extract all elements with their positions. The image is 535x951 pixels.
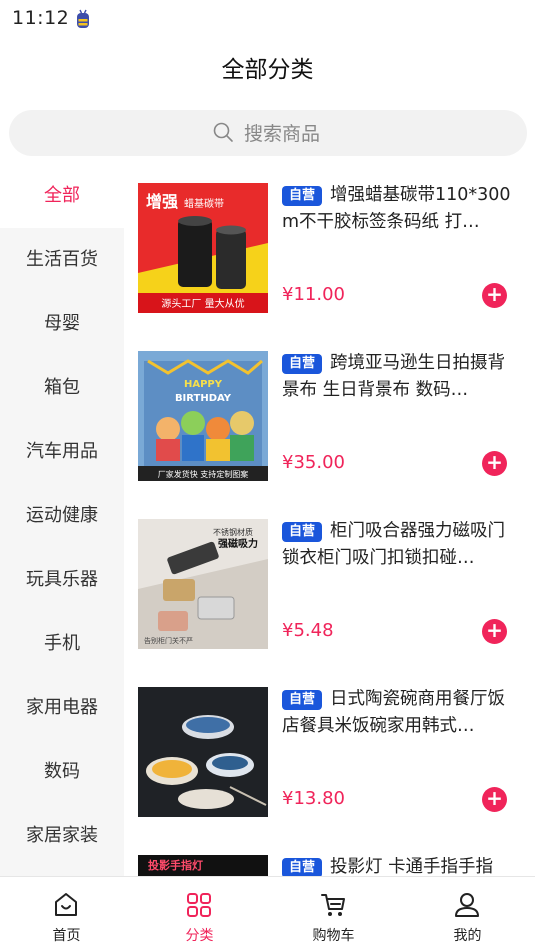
user-icon — [455, 893, 479, 917]
sidebar-item-mother-baby[interactable]: 母婴 — [0, 292, 124, 356]
product-card[interactable]: 不锈钢材质 强磁吸力 告别柜门关不严 自营 柜门吸合器强力磁吸门锁衣柜门吸门扣锁… — [124, 500, 535, 668]
tab-label: 分类 — [185, 928, 214, 944]
tab-cart[interactable]: 购物车 — [267, 877, 400, 951]
sidebar-item-bags[interactable]: 箱包 — [0, 356, 124, 420]
sidebar-item-toys-instruments[interactable]: 玩具乐器 — [0, 548, 124, 612]
image-footer: 告别柜门关不严 — [144, 636, 193, 645]
sidebar-item-sports-health[interactable]: 运动健康 — [0, 484, 124, 548]
status-time: 11:12 — [12, 7, 70, 29]
image-headline: HAPPY — [184, 379, 223, 390]
category-sidebar: 全部 生活百货 母婴 箱包 汽车用品 运动健康 玩具乐器 手机 家用电器 数码 … — [0, 164, 124, 876]
home-icon — [55, 893, 77, 916]
product-image[interactable]: 投影手指灯 — [138, 855, 268, 876]
tab-label: 购物车 — [312, 928, 355, 944]
add-to-cart-button[interactable]: + — [482, 787, 507, 812]
tab-home[interactable]: 首页 — [0, 877, 133, 951]
image-headline: 增强 — [146, 192, 178, 211]
product-price: ¥35.00 — [282, 452, 345, 473]
image-footer: 源头工厂 量大从优 — [161, 297, 244, 310]
cart-icon — [321, 894, 345, 916]
image-footer: 厂家发货快 支持定制图案 — [158, 469, 249, 479]
tab-mine[interactable]: 我的 — [401, 877, 534, 951]
add-to-cart-button[interactable]: + — [482, 619, 507, 644]
image-subtext: 蜡基碳带 — [184, 197, 224, 210]
product-card[interactable]: 自营 日式陶瓷碗商用餐厅饭店餐具米饭碗家用韩式… ¥13.80 + — [124, 668, 535, 836]
image-subtext: BIRTHDAY — [175, 393, 232, 404]
sidebar-item-daily-goods[interactable]: 生活百货 — [0, 228, 124, 292]
product-image[interactable]: HAPPY BIRTHDAY 厂家发货快 支持定制图案 — [138, 351, 268, 481]
product-card[interactable]: 增强 蜡基碳带 源头工厂 量大从优 自营 增强蜡基碳带110*300m不干胶标签… — [124, 164, 535, 332]
product-title[interactable]: 跨境亚马逊生日拍摄背景布 生日背景布 数码… — [282, 350, 520, 404]
product-image[interactable]: 不锈钢材质 强磁吸力 告别柜门关不严 — [138, 519, 268, 649]
product-title[interactable]: 柜门吸合器强力磁吸门锁衣柜门吸门扣锁扣碰… — [282, 518, 520, 572]
product-price: ¥11.00 — [282, 284, 345, 305]
add-to-cart-button[interactable]: + — [482, 451, 507, 476]
android-app-icon — [77, 9, 89, 28]
sidebar-item-digital[interactable]: 数码 — [0, 740, 124, 804]
tab-label: 我的 — [453, 928, 482, 944]
sidebar-item-phones[interactable]: 手机 — [0, 612, 124, 676]
sidebar-item-appliances[interactable]: 家用电器 — [0, 676, 124, 740]
product-image[interactable]: 增强 蜡基碳带 源头工厂 量大从优 — [138, 183, 268, 313]
sidebar-item-all[interactable]: 全部 — [0, 164, 124, 228]
product-title[interactable]: 投影灯 卡通手指手指 — [282, 854, 520, 876]
search-placeholder: 搜索商品 — [244, 123, 321, 145]
tab-label: 首页 — [52, 928, 81, 944]
tab-category[interactable]: 分类 — [133, 877, 266, 951]
sidebar-item-home-decor[interactable]: 家居家装 — [0, 804, 124, 868]
product-price: ¥5.48 — [282, 620, 334, 641]
image-headline: 不锈钢材质 — [213, 527, 253, 537]
product-price: ¥13.80 — [282, 788, 345, 809]
status-bar: 11:12 — [0, 0, 535, 40]
image-subtext: 强磁吸力 — [218, 537, 258, 550]
product-card[interactable]: 投影手指灯 自营 投影灯 卡通手指手指 — [124, 836, 535, 876]
product-title[interactable]: 日式陶瓷碗商用餐厅饭店餐具米饭碗家用韩式… — [282, 686, 520, 740]
add-to-cart-button[interactable]: + — [482, 283, 507, 308]
grid-icon — [187, 893, 211, 917]
bottom-tabbar: 首页 分类 购物车 我的 — [0, 876, 535, 951]
product-image[interactable] — [138, 687, 268, 817]
image-headline: 投影手指灯 — [148, 858, 203, 872]
product-title[interactable]: 增强蜡基碳带110*300m不干胶标签条码纸 打… — [282, 182, 520, 236]
search-icon — [213, 122, 233, 142]
product-card[interactable]: HAPPY BIRTHDAY 厂家发货快 支持定制图案 自营 跨境亚马逊生日拍摄… — [124, 332, 535, 500]
sidebar-item-car-supplies[interactable]: 汽车用品 — [0, 420, 124, 484]
page-title: 全部分类 — [221, 57, 314, 83]
